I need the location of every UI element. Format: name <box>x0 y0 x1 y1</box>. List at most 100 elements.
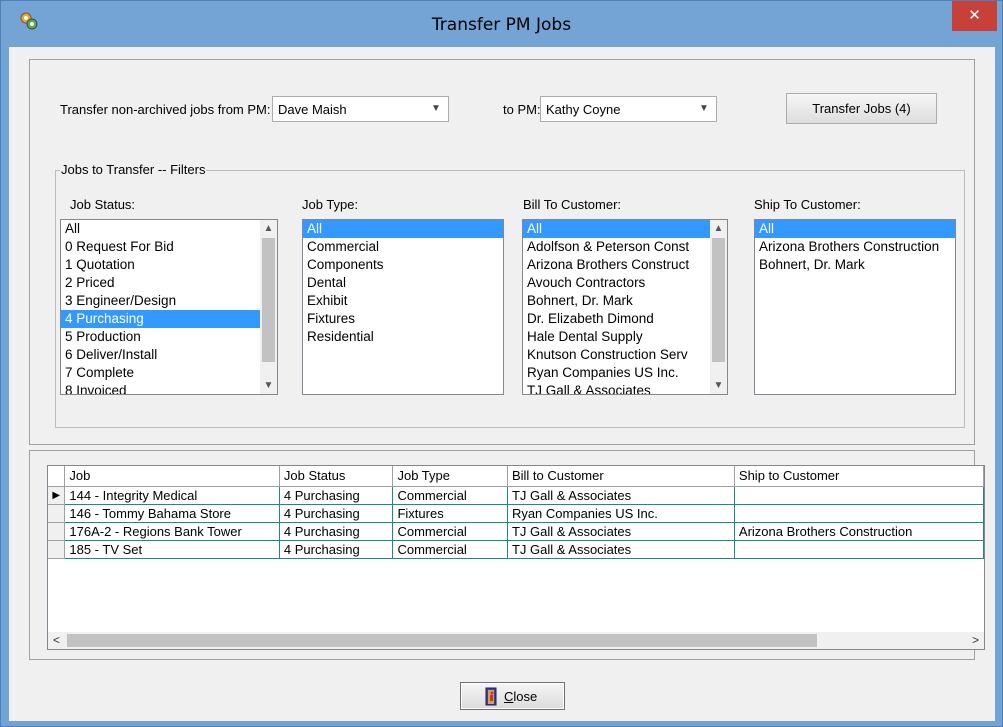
table-row[interactable]: 176A-2 - Regions Bank Tower 4 Purchasing C… <box>48 522 984 541</box>
job-type-item[interactable]: Components <box>303 256 503 274</box>
row-indicator[interactable] <box>48 504 66 523</box>
bill-to-item[interactable]: Bohnert, Dr. Mark <box>523 292 727 310</box>
job-type-listbox[interactable]: All Commercial Components Dental Exhibit Fixt… <box>302 219 504 395</box>
bill-to-item[interactable]: Avouch Contractors <box>523 274 727 292</box>
table-cell[interactable]: 4 Purchasing <box>279 522 394 541</box>
scroll-right-icon[interactable]: > <box>967 632 984 649</box>
table-cell[interactable]: TJ Gall & Associates <box>507 486 735 505</box>
table-cell[interactable]: TJ Gall & Associates <box>507 540 735 559</box>
bill-to-listbox[interactable]: All Adolfson & Peterson Const Arizona Brot… <box>522 219 728 395</box>
bill-to-scrollbar[interactable]: ▲ ▼ <box>710 220 727 394</box>
table-cell[interactable]: Commercial <box>392 486 508 505</box>
scroll-thumb[interactable] <box>67 634 817 647</box>
bill-to-item[interactable]: Hale Dental Supply <box>523 328 727 346</box>
table-row[interactable]: 146 - Tommy Bahama Store 4 Purchasing Fixt… <box>48 504 984 523</box>
job-status-item[interactable]: 1 Quotation <box>61 256 277 274</box>
job-type-item[interactable]: Fixtures <box>303 310 503 328</box>
chevron-down-icon: ▼ <box>699 103 709 114</box>
table-cell[interactable]: 185 - TV Set <box>64 540 280 559</box>
job-type-item[interactable]: Dental <box>303 274 503 292</box>
row-indicator[interactable] <box>48 540 66 559</box>
job-type-label: Job Type: <box>302 197 359 212</box>
scroll-up-icon[interactable]: ▲ <box>260 220 277 237</box>
from-pm-select[interactable]: Dave Maish ▼ <box>272 96 449 122</box>
row-indicator-header <box>48 466 66 487</box>
bill-to-item[interactable]: TJ Gall & Associates <box>523 382 727 394</box>
table-cell[interactable]: 146 - Tommy Bahama Store <box>64 504 280 523</box>
close-button[interactable]: Close <box>460 682 565 710</box>
window-close-button[interactable]: ✕ <box>952 1 997 31</box>
table-cell[interactable] <box>734 540 984 559</box>
table-cell[interactable]: 4 Purchasing <box>279 486 394 505</box>
job-status-item[interactable]: 2 Priced <box>61 274 277 292</box>
table-cell[interactable]: Ryan Companies US Inc. <box>507 504 735 523</box>
to-pm-label: to PM: <box>503 102 541 117</box>
bill-to-item[interactable]: Knutson Construction Serv <box>523 346 727 364</box>
window: Transfer PM Jobs ✕ Transfer non-archived… <box>0 0 1003 727</box>
column-header[interactable]: Job <box>64 466 280 487</box>
table-row[interactable]: ▶ 144 - Integrity Medical 4 Purchasing Comm… <box>48 486 984 505</box>
scroll-thumb[interactable] <box>262 238 275 362</box>
ship-to-item[interactable]: Bohnert, Dr. Mark <box>755 256 955 274</box>
job-status-item[interactable]: 6 Deliver/Install <box>61 346 277 364</box>
exit-door-icon <box>485 687 497 706</box>
table-cell[interactable] <box>734 504 984 523</box>
bill-to-label: Bill To Customer: <box>523 197 622 212</box>
ship-to-item[interactable]: All <box>755 220 955 238</box>
bill-to-item[interactable]: Arizona Brothers Construct <box>523 256 727 274</box>
table-cell[interactable]: Fixtures <box>392 504 508 523</box>
scroll-thumb[interactable] <box>712 238 725 362</box>
job-status-listbox[interactable]: All 0 Request For Bid 1 Quotation 2 Priced 3… <box>60 219 278 395</box>
to-pm-select[interactable]: Kathy Coyne ▼ <box>540 96 717 122</box>
job-status-scrollbar[interactable]: ▲ ▼ <box>260 220 277 394</box>
table-cell[interactable]: Commercial <box>392 540 508 559</box>
title-bar[interactable]: Transfer PM Jobs ✕ <box>1 1 1002 47</box>
ship-to-label: Ship To Customer: <box>754 197 861 212</box>
bill-to-item[interactable]: Adolfson & Peterson Const <box>523 238 727 256</box>
jobs-grid[interactable]: Job Job Status Job Type Bill to Customer Shi… <box>47 465 985 650</box>
bill-to-item[interactable]: All <box>523 220 727 238</box>
scroll-up-icon[interactable]: ▲ <box>710 220 727 237</box>
column-header[interactable]: Job Type <box>392 466 508 487</box>
table-cell[interactable]: TJ Gall & Associates <box>507 522 735 541</box>
filters-legend: Jobs to Transfer -- Filters <box>60 162 207 177</box>
job-type-item[interactable]: All <box>303 220 503 238</box>
chevron-down-icon: ▼ <box>431 103 441 114</box>
bill-to-item[interactable]: Dr. Elizabeth Dimond <box>523 310 727 328</box>
scroll-down-icon[interactable]: ▼ <box>260 377 277 394</box>
bill-to-item[interactable]: Ryan Companies US Inc. <box>523 364 727 382</box>
scroll-left-icon[interactable]: < <box>48 632 65 649</box>
column-header[interactable]: Ship to Customer <box>734 466 984 487</box>
column-header[interactable]: Bill to Customer <box>507 466 735 487</box>
column-header[interactable]: Job Status <box>279 466 394 487</box>
table-cell[interactable]: 144 - Integrity Medical <box>64 486 280 505</box>
job-status-item[interactable]: 5 Production <box>61 328 277 346</box>
job-type-item[interactable]: Exhibit <box>303 292 503 310</box>
table-cell[interactable]: 4 Purchasing <box>279 504 394 523</box>
row-indicator[interactable]: ▶ <box>48 486 66 505</box>
row-indicator[interactable] <box>48 522 66 541</box>
job-type-item[interactable]: Commercial <box>303 238 503 256</box>
table-cell[interactable]: Commercial <box>392 522 508 541</box>
scroll-down-icon[interactable]: ▼ <box>710 377 727 394</box>
table-cell[interactable]: 176A-2 - Regions Bank Tower <box>64 522 280 541</box>
job-status-item[interactable]: 4 Purchasing <box>61 310 277 328</box>
job-status-item[interactable]: 7 Complete <box>61 364 277 382</box>
grid-horizontal-scrollbar[interactable]: < > <box>48 632 984 649</box>
filter-panel: Transfer non-archived jobs from PM: Dave… <box>29 59 975 445</box>
filters-groupbox: Jobs to Transfer -- Filters Job Status: … <box>55 162 965 428</box>
job-status-item[interactable]: 0 Request For Bid <box>61 238 277 256</box>
transfer-jobs-button[interactable]: Transfer Jobs (4) <box>786 93 937 124</box>
close-button-label: Close <box>504 689 538 704</box>
job-status-item[interactable]: 3 Engineer/Design <box>61 292 277 310</box>
table-cell[interactable]: Arizona Brothers Construction <box>734 522 984 541</box>
job-type-item[interactable]: Residential <box>303 328 503 346</box>
job-status-item[interactable]: All <box>61 220 277 238</box>
table-cell[interactable]: 4 Purchasing <box>279 540 394 559</box>
job-status-item[interactable]: 8 Invoiced <box>61 382 277 394</box>
table-cell[interactable] <box>734 486 984 505</box>
dialog-body: Transfer non-archived jobs from PM: Dave… <box>9 47 995 721</box>
ship-to-listbox[interactable]: All Arizona Brothers Construction Bohnert,… <box>754 219 956 395</box>
table-row[interactable]: 185 - TV Set 4 Purchasing Commercial TJ Gal… <box>48 540 984 559</box>
ship-to-item[interactable]: Arizona Brothers Construction <box>755 238 955 256</box>
